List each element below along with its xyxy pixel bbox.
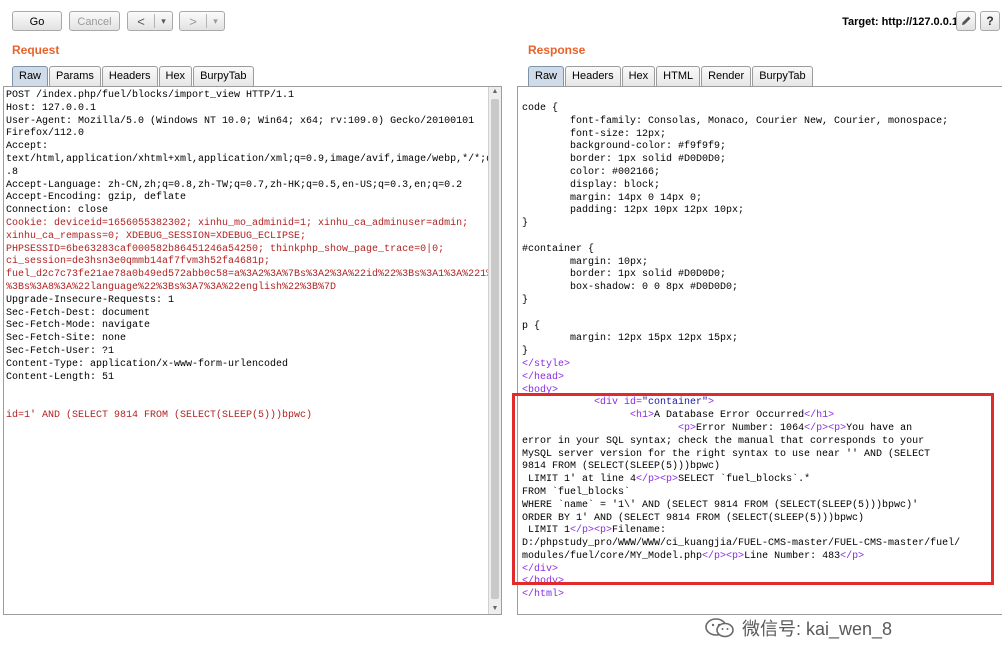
request-line: Firefox/112.0 — [6, 128, 85, 140]
css-line: border: 1px solid #D0D0D0; — [522, 154, 727, 166]
css-line: } — [522, 346, 529, 358]
tab-params[interactable]: Params — [49, 66, 101, 86]
css-line: font-family: Consolas, Monaco, Courier N… — [522, 115, 949, 127]
request-line: Sec-Fetch-Dest: document — [6, 307, 151, 319]
css-line: margin: 10px; — [522, 256, 649, 268]
blank-line — [6, 397, 501, 410]
css-line: } — [522, 294, 529, 306]
cookie-line: fuel_d2c7c73fe21ae78a0b49ed572abb0c58=a%… — [6, 269, 502, 281]
cookie-line: ci_session=de3hsn3e0qmmb14af7fvm3h52fa46… — [6, 256, 271, 268]
go-button[interactable]: Go — [12, 11, 62, 31]
css-line: color: #002166; — [522, 166, 661, 178]
request-line: Accept-Encoding: gzip, deflate — [6, 192, 187, 204]
style-close-tag: </style> — [522, 358, 571, 370]
css-line: padding: 12px 10px 12px 10px; — [522, 205, 745, 217]
request-line: .8 — [6, 166, 19, 178]
back-button[interactable]: < ▾ — [127, 11, 173, 31]
watermark-text: 微信号: kai_wen_8 — [742, 619, 893, 639]
css-line: box-shadow: 0 0 8px #D0D0D0; — [522, 282, 739, 294]
request-line: Accept: — [6, 141, 49, 153]
wechat-icon — [704, 617, 736, 639]
css-line: background-color: #f9f9f9; — [522, 141, 727, 153]
css-line: display: block; — [522, 179, 661, 191]
css-line: font-size: 12px; — [522, 128, 667, 140]
css-line: #container { — [522, 243, 595, 255]
request-line: Content-Length: 51 — [6, 371, 115, 383]
css-line: margin: 14px 0 14px 0; — [522, 192, 703, 204]
pencil-icon[interactable] — [956, 11, 976, 31]
cookie-line: xinhu_ca_rempass=0; XDEBUG_SESSION=XDEBU… — [6, 230, 307, 242]
request-tabs: Raw Params Headers Hex BurpyTab — [12, 66, 255, 86]
request-line: Content-Type: application/x-www-form-url… — [6, 358, 289, 370]
css-line: code { — [522, 103, 559, 114]
cookie-line: Cookie: deviceid=1656055382302; xinhu_mo… — [6, 217, 469, 229]
response-tabs: Raw Headers Hex HTML Render BurpyTab — [528, 66, 814, 86]
help-icon[interactable]: ? — [980, 11, 1000, 31]
forward-arrow-icon: > — [189, 13, 197, 29]
request-editor[interactable]: POST /index.php/fuel/blocks/import_view … — [3, 86, 502, 615]
forward-button[interactable]: > ▾ — [179, 11, 225, 31]
request-body-line: id=1' AND (SELECT 9814 FROM (SELECT(SLEE… — [6, 409, 313, 421]
scroll-thumb[interactable] — [491, 99, 499, 599]
css-line: p { — [522, 320, 541, 332]
request-scrollbar[interactable]: ▲ ▼ — [488, 87, 501, 614]
tab-raw[interactable]: Raw — [12, 66, 49, 86]
request-line: Accept-Language: zh-CN,zh;q=0.8,zh-TW;q=… — [6, 179, 463, 191]
tab-burpytab[interactable]: BurpyTab — [193, 66, 254, 86]
request-line: Sec-Fetch-Mode: navigate — [6, 320, 151, 332]
request-line: User-Agent: Mozilla/5.0 (Windows NT 10.0… — [6, 115, 475, 127]
tab-burpytab[interactable]: BurpyTab — [752, 66, 813, 86]
back-arrow-icon: < — [137, 13, 145, 29]
request-line: Upgrade-Insecure-Requests: 1 — [6, 294, 175, 306]
css-line: margin: 12px 15px 12px 15px; — [522, 333, 739, 345]
request-line: Sec-Fetch-Site: none — [6, 333, 127, 345]
cookie-line: %3Bs%3A8%3A%22language%22%3Bs%3A7%3A%22e… — [6, 281, 337, 293]
request-line: text/html,application/xhtml+xml,applicat… — [6, 153, 502, 165]
head-close-tag: </head> — [522, 371, 565, 383]
tab-raw[interactable]: Raw — [528, 66, 565, 86]
scroll-up-icon[interactable]: ▲ — [489, 87, 501, 97]
request-line: POST /index.php/fuel/blocks/import_view … — [6, 90, 295, 101]
toolbar: Go Cancel < ▾ > ▾ Target: http://127.0.0… — [0, 0, 1002, 42]
request-line: Host: 127.0.0.1 — [6, 102, 97, 114]
cancel-button[interactable]: Cancel — [69, 11, 120, 31]
tab-hex[interactable]: Hex — [621, 66, 656, 86]
tab-headers[interactable]: Headers — [101, 66, 158, 86]
request-line: Sec-Fetch-User: ?1 — [6, 345, 115, 357]
error-highlight-box — [512, 393, 994, 585]
watermark: 微信号: kai_wen_8 — [704, 615, 892, 641]
tab-html[interactable]: HTML — [656, 66, 701, 86]
cookie-line: PHPSESSID=6be63283caf000582b86451246a542… — [6, 243, 445, 255]
chevron-down-icon[interactable]: ▾ — [207, 16, 224, 27]
tab-render[interactable]: Render — [701, 66, 752, 86]
css-line — [522, 308, 960, 321]
html-close-tag: </html> — [522, 589, 565, 601]
blank-line — [6, 384, 501, 397]
css-line — [522, 231, 960, 244]
tab-hex[interactable]: Hex — [158, 66, 193, 86]
target-label: Target: http://127.0.0.1 — [842, 16, 958, 28]
scroll-down-icon[interactable]: ▼ — [489, 604, 501, 614]
css-line: } — [522, 218, 529, 230]
css-line: border: 1px solid #D0D0D0; — [522, 269, 727, 281]
request-title: Request — [12, 43, 60, 57]
chevron-down-icon[interactable]: ▾ — [155, 16, 172, 27]
request-line: Connection: close — [6, 205, 109, 217]
response-title: Response — [528, 43, 586, 57]
request-text: POST /index.php/fuel/blocks/import_view … — [6, 90, 502, 423]
tab-headers[interactable]: Headers — [565, 66, 621, 86]
